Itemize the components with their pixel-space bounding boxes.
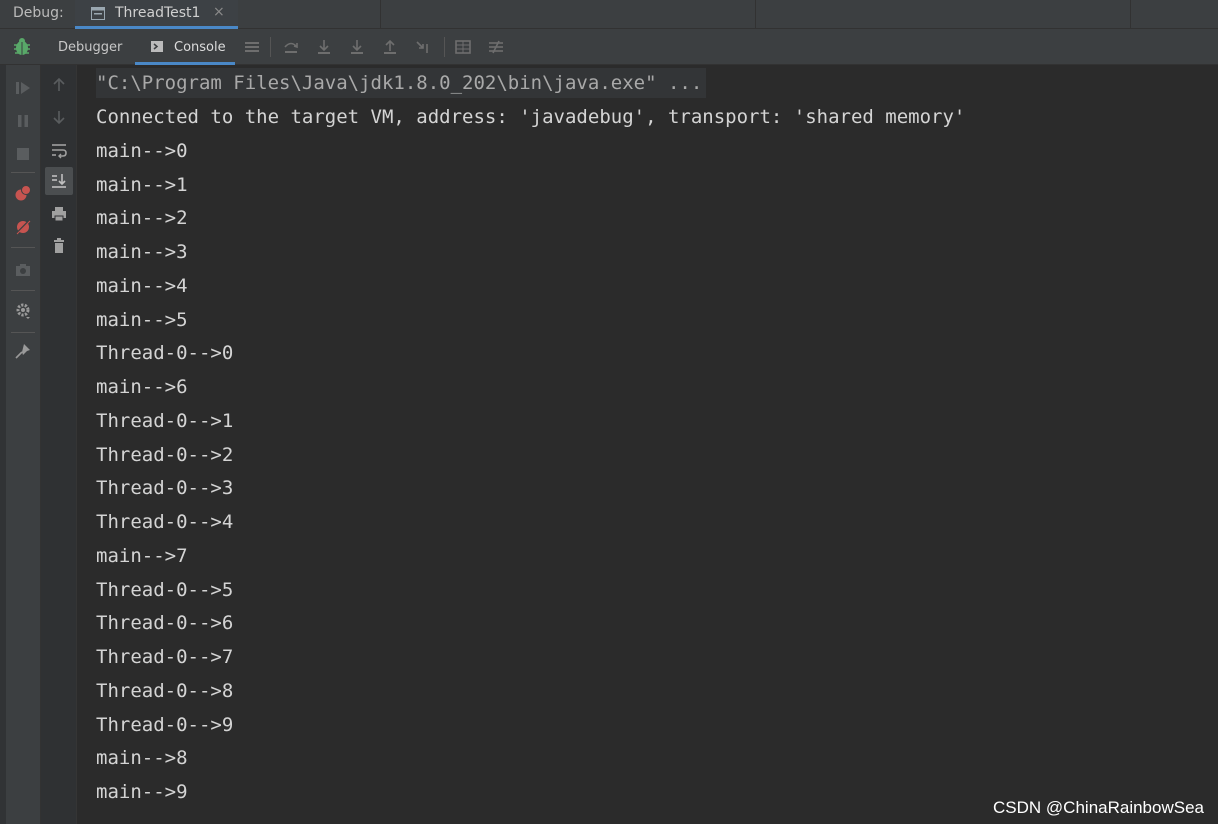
pause-icon[interactable]: [14, 112, 32, 130]
gutter-separator: [11, 172, 35, 173]
console-output[interactable]: "C:\Program Files\Java\jdk1.8.0_202\bin\…: [77, 65, 1218, 824]
tab-bar-divider: [755, 0, 756, 29]
console-line: Thread-0-->0: [96, 342, 234, 364]
run-to-cursor-icon[interactable]: [414, 38, 432, 56]
step-out-icon[interactable]: [381, 38, 399, 56]
console-line: Thread-0-->2: [96, 444, 234, 466]
console-line: main-->6: [96, 376, 188, 398]
console-line: main-->2: [96, 207, 188, 229]
console-line: Thread-0-->8: [96, 680, 234, 702]
settings-sliders-icon[interactable]: [487, 38, 505, 56]
console-line: Thread-0-->4: [96, 511, 234, 533]
down-arrow-icon[interactable]: [50, 108, 68, 126]
debug-toolbar: Debugger Console: [0, 29, 1218, 65]
resume-icon[interactable]: [14, 79, 32, 97]
close-icon[interactable]: ×: [213, 4, 225, 20]
tab-title: ThreadTest1: [115, 5, 201, 21]
table-icon[interactable]: [454, 38, 472, 56]
breakpoints-icon[interactable]: [14, 184, 32, 202]
console-line: main-->8: [96, 747, 188, 769]
console-line: main-->5: [96, 309, 188, 331]
console-line: main-->7: [96, 545, 188, 567]
watermark: CSDN @ChinaRainbowSea: [993, 798, 1204, 817]
tab-console-label: Console: [174, 40, 226, 55]
debug-tab-bar: Debug: ThreadTest1 ×: [0, 0, 1218, 29]
console-line: Thread-0-->1: [96, 410, 234, 432]
console-line: main-->9: [96, 781, 188, 803]
toolbar-separator: [444, 37, 445, 57]
console-line: Thread-0-->6: [96, 612, 234, 634]
tab-bar-divider: [380, 0, 381, 29]
gutter-separator: [11, 247, 35, 248]
tab-threadtest1[interactable]: ThreadTest1 ×: [75, 0, 238, 29]
debug-label: Debug:: [13, 5, 64, 21]
console-line: Thread-0-->7: [96, 646, 234, 668]
force-step-into-icon[interactable]: [348, 38, 366, 56]
soft-wrap-icon[interactable]: [50, 141, 68, 159]
bug-icon: [14, 38, 30, 55]
console-icon: [151, 41, 163, 52]
camera-icon[interactable]: [14, 261, 32, 279]
scroll-to-end-icon: [52, 174, 66, 188]
step-into-icon[interactable]: [315, 38, 333, 56]
tab-debugger[interactable]: Debugger: [58, 40, 122, 55]
console-line: Thread-0-->5: [96, 579, 234, 601]
tab-console[interactable]: Console: [135, 29, 235, 65]
pin-icon[interactable]: [14, 342, 32, 360]
print-icon[interactable]: [50, 205, 68, 223]
up-arrow-icon[interactable]: [50, 76, 68, 94]
console-line: main-->1: [96, 174, 188, 196]
console-command-line: "C:\Program Files\Java\jdk1.8.0_202\bin\…: [96, 68, 707, 98]
step-over-icon[interactable]: [282, 38, 300, 56]
console-line: main-->0: [96, 140, 188, 162]
mute-breakpoints-icon[interactable]: [14, 218, 32, 236]
stop-icon[interactable]: [14, 145, 32, 163]
toolbar-separator: [270, 37, 271, 57]
menu-icon[interactable]: [243, 38, 261, 56]
run-config-icon: [91, 7, 105, 20]
gutter-separator: [11, 290, 35, 291]
settings-icon[interactable]: [14, 302, 32, 320]
scroll-to-end-toggle[interactable]: [45, 167, 73, 195]
console-side-tools: [41, 65, 77, 824]
console-line: Thread-0-->9: [96, 714, 234, 736]
console-line: Connected to the target VM, address: 'ja…: [96, 106, 966, 128]
console-line: Thread-0-->3: [96, 477, 234, 499]
debug-actions-gutter: [6, 65, 41, 824]
console-line: main-->4: [96, 275, 188, 297]
trash-icon[interactable]: [50, 237, 68, 255]
console-line: main-->3: [96, 241, 188, 263]
gutter-separator: [11, 332, 35, 333]
tab-bar-divider: [1130, 0, 1131, 29]
